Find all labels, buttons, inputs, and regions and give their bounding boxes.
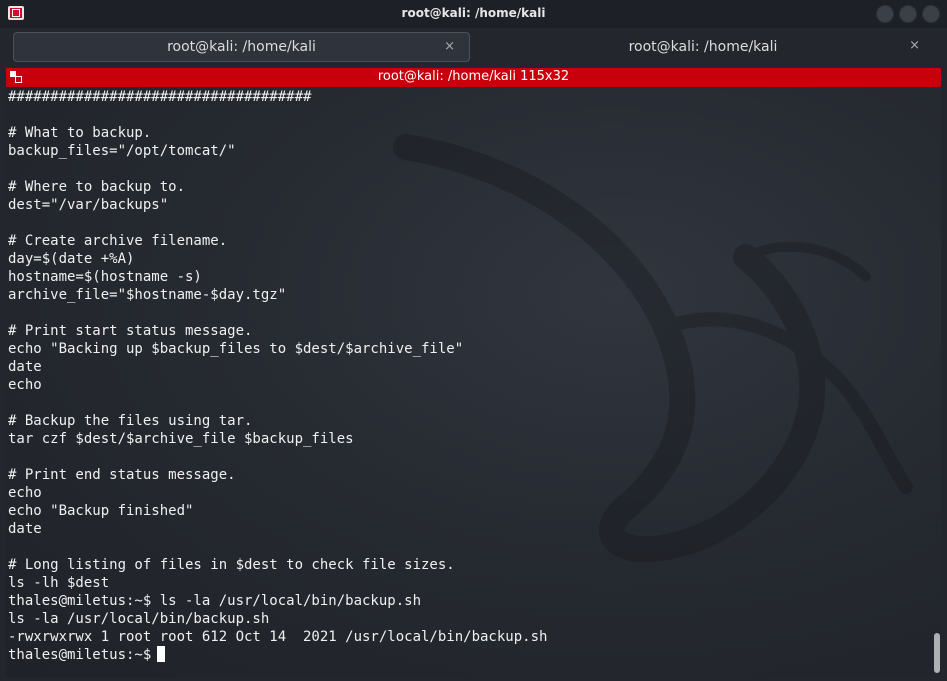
terminal-line: #################################### <box>8 89 312 105</box>
terminal-line: -rwxrwxrwx 1 root root 612 Oct 14 2021 /… <box>8 629 548 645</box>
terminal-line: ls -lh $dest <box>8 575 110 591</box>
terminal-line: day=$(date +%A) <box>8 251 135 267</box>
terminal-line: echo <box>8 377 42 393</box>
terminal-line: # Backup the files using tar. <box>8 413 253 429</box>
shell-prompt: thales@miletus:~$ <box>8 647 152 663</box>
maximize-button[interactable] <box>899 5 917 23</box>
terminal-line: echo "Backing up $backup_files to $dest/… <box>8 341 464 357</box>
window-title: root@kali: /home/kali <box>401 6 546 20</box>
terminal-line: hostname=$(hostname -s) <box>8 269 202 285</box>
text-cursor <box>157 646 166 662</box>
terminal-header: root@kali: /home/kali 115x32 <box>6 68 941 87</box>
terminal-text: #################################### # Wh… <box>8 88 547 664</box>
tab-1[interactable]: root@kali: /home/kali × <box>13 32 470 62</box>
terminal-header-title: root@kali: /home/kali 115x32 <box>377 69 570 84</box>
terminal-line: dest="/var/backups" <box>8 197 169 213</box>
terminal-line: backup_files="/opt/tomcat/" <box>8 143 236 159</box>
terminal-line: # Print end status message. <box>8 467 236 483</box>
close-window-button[interactable] <box>922 5 940 23</box>
terminal-line: tar czf $dest/$archive_file $backup_file… <box>8 431 354 447</box>
tab-2-label: root@kali: /home/kali <box>628 39 778 55</box>
terminal-line: # What to backup. <box>8 125 152 141</box>
terminal-line: date <box>8 359 42 375</box>
scrollbar-thumb[interactable] <box>934 633 940 673</box>
terminal-scrollbar[interactable] <box>933 87 941 677</box>
terminal-line: # Long listing of files in $dest to chec… <box>8 557 455 573</box>
tab-2-close-icon[interactable]: × <box>909 38 920 53</box>
terminal-line: # Print start status message. <box>8 323 253 339</box>
terminal-prompt-line[interactable]: thales@miletus:~$ <box>8 646 547 664</box>
terminal-line: ls -la /usr/local/bin/backup.sh <box>8 611 270 627</box>
terminal-line: echo <box>8 485 42 501</box>
terminal-line: thales@miletus:~$ ls -la /usr/local/bin/… <box>8 593 422 609</box>
title-bar[interactable]: root@kali: /home/kali <box>0 0 947 28</box>
tab-1-close-icon[interactable]: × <box>444 39 455 54</box>
tab-bar: root@kali: /home/kali × root@kali: /home… <box>0 28 947 68</box>
terminal-window: root@kali: /home/kali root@kali: /home/k… <box>0 0 947 681</box>
terminal-line: archive_file="$hostname-$day.tgz" <box>8 287 287 303</box>
terminal-line: date <box>8 521 42 537</box>
minimize-button[interactable] <box>876 5 894 23</box>
terminal-output[interactable]: #################################### # Wh… <box>6 87 941 677</box>
tab-1-label: root@kali: /home/kali <box>167 39 316 55</box>
terminal-line: echo "Backup finished" <box>8 503 194 519</box>
tab-2[interactable]: root@kali: /home/kali × <box>472 32 934 62</box>
terminal-line: # Where to backup to. <box>8 179 186 195</box>
terminal-line: # Create archive filename. <box>8 233 228 249</box>
